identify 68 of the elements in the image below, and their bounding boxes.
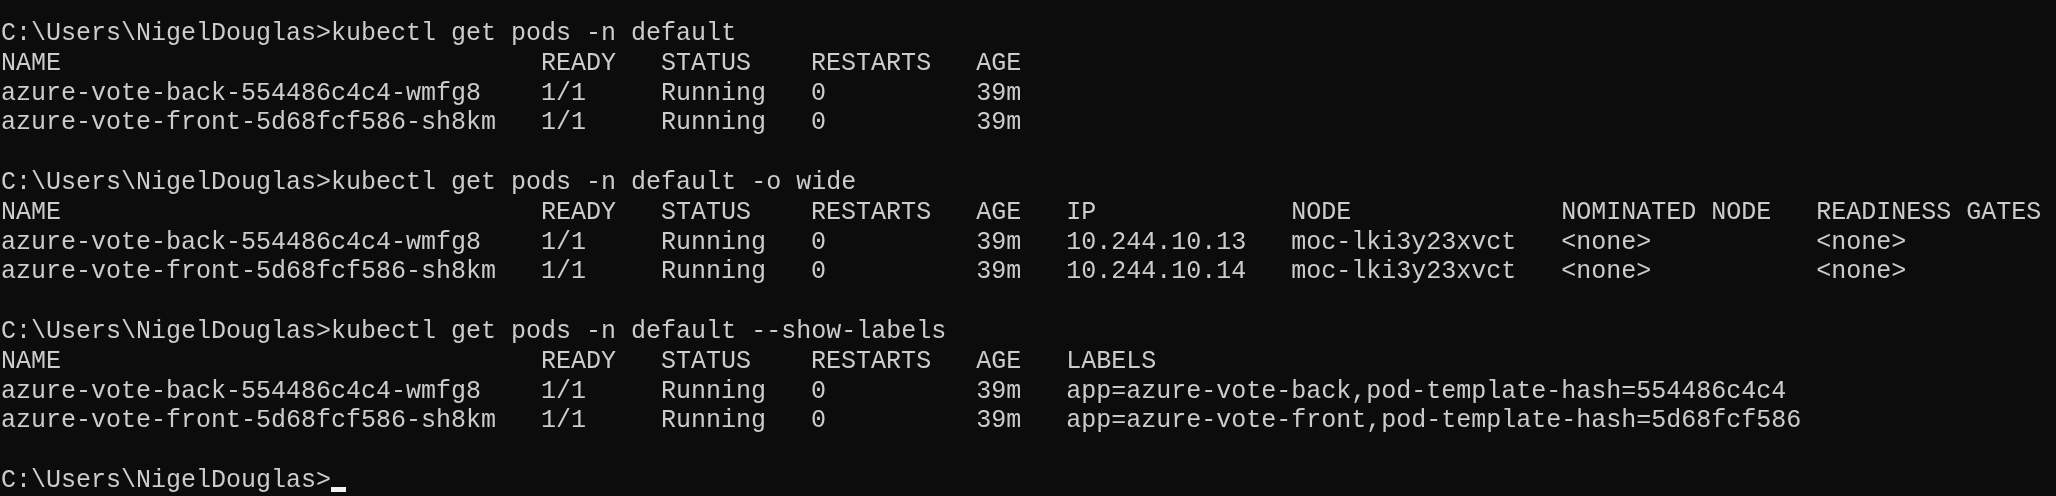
table-cell-text: azure-vote-front-5d68fcf586-sh8km	[1, 406, 498, 437]
column-header: NAME	[1, 346, 62, 377]
command-text: kubectl get pods -n default --show-labels	[331, 316, 947, 347]
table-cell-text: 0	[811, 227, 828, 258]
column-header: STATUS	[661, 48, 753, 79]
text-cursor	[331, 486, 347, 492]
column-header: AGE	[976, 197, 1023, 228]
table-cell-text: azure-vote-back-554486c4c4-wmfg8	[1, 376, 483, 407]
table-cell-text: 1/1	[541, 78, 588, 109]
table-cell-text: Running	[661, 406, 768, 437]
column-header: NODE	[1291, 197, 1353, 228]
table-cell-text: azure-vote-front-5d68fcf586-sh8km	[1, 257, 498, 288]
table-cell-text: 1/1	[541, 227, 588, 258]
column-header: NAME	[1, 48, 62, 79]
table-cell-text: 1/1	[541, 406, 588, 437]
prompt-text: C:\Users\NigelDouglas>	[1, 168, 332, 198]
table-cell-text: Running	[661, 376, 768, 407]
table-cell-text: 10.244.10.13	[1066, 227, 1248, 258]
table-cell-text: Running	[661, 257, 768, 288]
column-header: READINESS GATES	[1816, 197, 2042, 228]
table-cell-text: 1/1	[541, 257, 588, 288]
table-cell-text: 0	[811, 78, 828, 109]
column-header: NOMINATED NODE	[1561, 197, 1773, 228]
table-cell-text: 39m	[976, 406, 1023, 437]
table-cell-text: 10.244.10.14	[1066, 257, 1248, 288]
column-header: READY	[541, 346, 618, 377]
table-cell: <none>	[1816, 257, 1907, 288]
column-header: IP	[1066, 197, 1098, 228]
command-text: kubectl get pods -n default -o wide	[331, 168, 857, 198]
table-cell-text: moc-lki3y23xvct	[1291, 257, 1518, 288]
table-cell-text: 0	[811, 108, 828, 139]
prompt-text: C:\Users\NigelDouglas>	[1, 19, 332, 49]
column-header: NAME	[1, 197, 62, 228]
prompt-text: C:\Users\NigelDouglas>	[1, 465, 332, 496]
table-cell-text: 39m	[976, 227, 1023, 258]
table-cell-text: 0	[811, 376, 828, 407]
table-cell-text: Running	[661, 78, 768, 109]
command-text: kubectl get pods -n default	[331, 19, 737, 49]
column-header: READY	[541, 197, 618, 228]
column-header: RESTARTS	[811, 346, 933, 377]
table-cell-text: azure-vote-front-5d68fcf586-sh8km	[1, 108, 498, 139]
column-header: RESTARTS	[811, 48, 933, 79]
table-cell-text: 39m	[976, 376, 1023, 407]
table-cell-text: <none>	[1561, 257, 1653, 288]
table-cell-text: 1/1	[541, 108, 588, 139]
column-header: AGE	[976, 346, 1023, 377]
column-header: READY	[541, 48, 618, 79]
table-cell-text: Running	[661, 227, 768, 258]
table-cell-text: azure-vote-back-554486c4c4-wmfg8	[1, 78, 483, 109]
table-cell: app=azure-vote-back,pod-template-hash=554486c4c4	[1066, 376, 1787, 407]
table-cell: <none>	[1816, 227, 1907, 258]
table-cell-text: moc-lki3y23xvct	[1291, 227, 1518, 258]
column-header: LABELS	[1066, 346, 1157, 377]
column-header: STATUS	[661, 346, 753, 377]
column-header: AGE	[976, 48, 1022, 79]
table-cell: 39m	[976, 78, 1022, 109]
table-cell: app=azure-vote-front,pod-template-hash=5d68fcf586	[1066, 406, 1802, 437]
column-header: STATUS	[661, 197, 753, 228]
table-cell-text: 1/1	[541, 376, 588, 407]
table-cell-text: Running	[661, 108, 768, 139]
table-cell-text: 0	[811, 406, 828, 437]
table-cell-text: 39m	[976, 257, 1023, 288]
prompt-text: C:\Users\NigelDouglas>	[1, 316, 332, 347]
table-cell-text: azure-vote-back-554486c4c4-wmfg8	[1, 227, 483, 258]
table-cell-text: <none>	[1561, 227, 1653, 258]
table-cell-text: 0	[811, 257, 828, 288]
table-cell: 39m	[976, 108, 1022, 139]
column-header: RESTARTS	[811, 197, 933, 228]
